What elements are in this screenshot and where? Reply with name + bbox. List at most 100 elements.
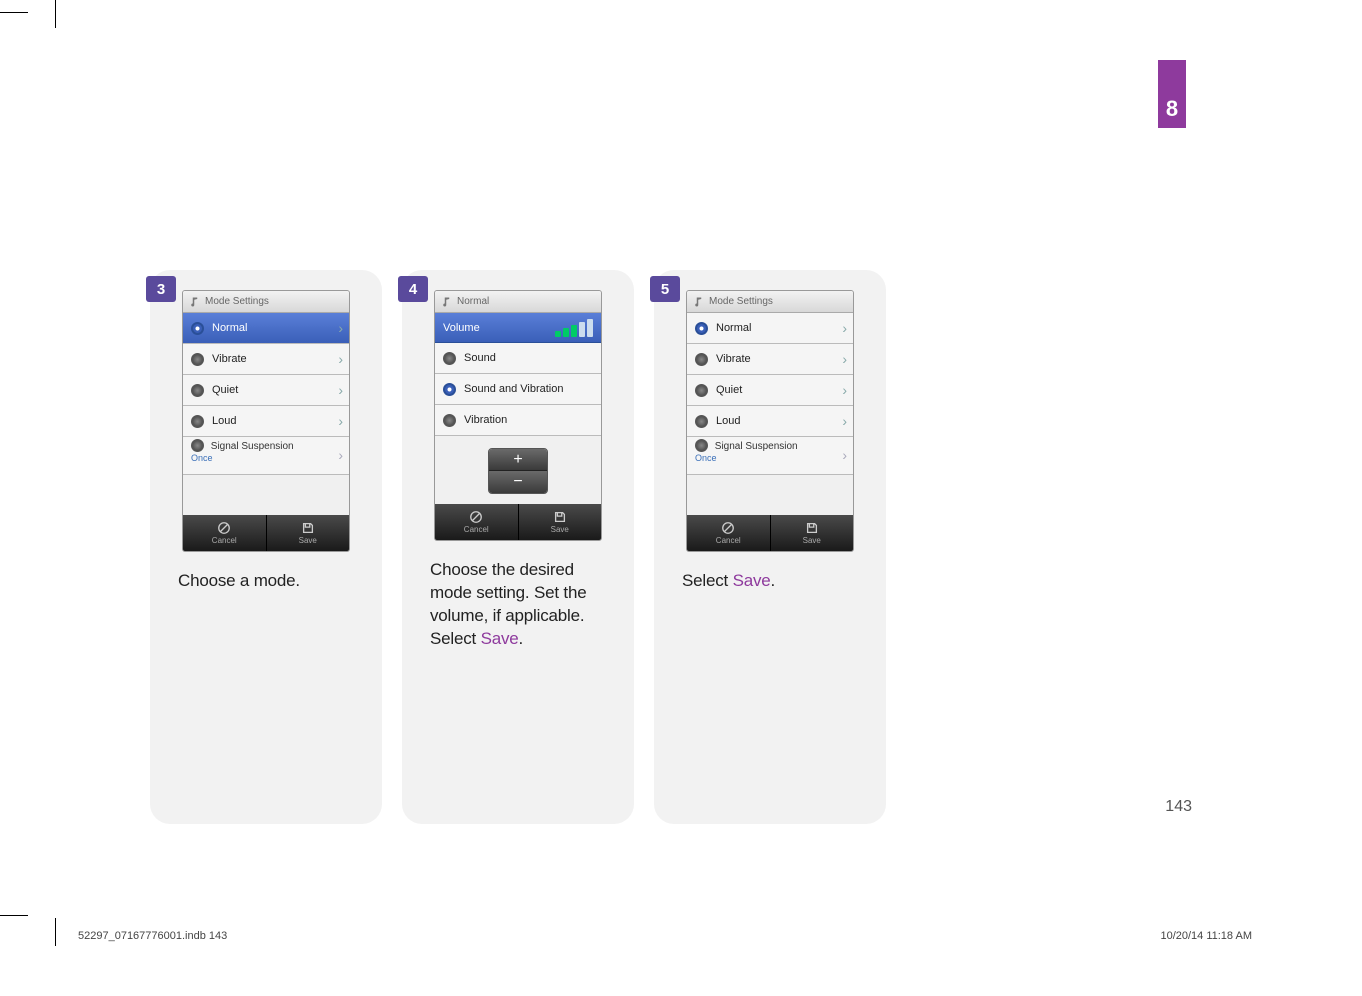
cancel-button[interactable]: Cancel: [183, 515, 267, 551]
step-caption: Select Save.: [682, 570, 858, 593]
chevron-right-icon: ›: [338, 351, 343, 367]
chevron-right-icon: ›: [842, 447, 847, 463]
save-icon: [553, 510, 567, 524]
mode-row-quiet[interactable]: Quiet ›: [183, 375, 349, 406]
volume-bars-icon: [555, 319, 593, 337]
page-number: 143: [1165, 798, 1192, 816]
mode-row-vibrate[interactable]: Vibrate ›: [687, 344, 853, 375]
cancel-icon: [469, 510, 483, 524]
row-label: Vibration: [464, 414, 507, 426]
button-label: Cancel: [212, 536, 237, 545]
plus-button[interactable]: +: [489, 449, 547, 471]
cancel-icon: [217, 521, 231, 535]
caption-text: .: [519, 629, 524, 648]
note-icon: [189, 296, 201, 308]
mode-row-loud[interactable]: Loud ›: [687, 406, 853, 437]
save-button[interactable]: Save: [519, 504, 602, 540]
footer-right: 10/20/14 11:18 AM: [1160, 930, 1252, 942]
mode-row-normal[interactable]: Normal ›: [183, 313, 349, 344]
radio-icon: [695, 384, 708, 397]
row-sublabel: Once: [191, 453, 213, 463]
phone-screenshot: Mode Settings Normal › Vibrate › Quiet ›…: [182, 290, 350, 552]
button-label: Cancel: [464, 525, 489, 534]
chevron-right-icon: ›: [338, 447, 343, 463]
radio-icon: [695, 322, 708, 335]
mode-row-signal-suspension[interactable]: Signal Suspension Once ›: [687, 437, 853, 475]
crop-mark: [55, 918, 56, 946]
option-row-vibration[interactable]: Vibration: [435, 405, 601, 436]
radio-icon: [191, 353, 204, 366]
mode-row-quiet[interactable]: Quiet ›: [687, 375, 853, 406]
save-button[interactable]: Save: [267, 515, 350, 551]
radio-icon: [191, 439, 204, 452]
chevron-right-icon: ›: [338, 320, 343, 336]
step-badge: 4: [398, 276, 428, 302]
row-label: Sound: [464, 352, 496, 364]
radio-icon: [191, 415, 204, 428]
note-icon: [693, 296, 705, 308]
button-label: Save: [299, 536, 317, 545]
row-label: Loud: [716, 415, 740, 427]
step-caption: Choose a mode.: [178, 570, 354, 593]
phone-footer: Cancel Save: [687, 515, 853, 551]
phone-header: Mode Settings: [687, 291, 853, 313]
cancel-icon: [721, 521, 735, 535]
button-label: Save: [551, 525, 569, 534]
chapter-tab: 8: [1158, 60, 1186, 128]
blank-area: [687, 475, 853, 515]
phone-header: Mode Settings: [183, 291, 349, 313]
steps-row: 3 Mode Settings Normal › Vibrate › Quiet…: [150, 270, 886, 824]
volume-stepper[interactable]: + −: [488, 448, 548, 494]
step-badge: 5: [650, 276, 680, 302]
note-icon: [441, 296, 453, 308]
step-badge: 3: [146, 276, 176, 302]
chevron-right-icon: ›: [842, 382, 847, 398]
phone-title: Normal: [457, 296, 489, 307]
crop-mark: [0, 12, 28, 13]
chevron-right-icon: ›: [842, 351, 847, 367]
radio-icon: [695, 415, 708, 428]
volume-label: Volume: [443, 322, 480, 334]
caption-text: .: [771, 571, 776, 590]
mode-row-signal-suspension[interactable]: Signal Suspension Once ›: [183, 437, 349, 475]
save-icon: [805, 521, 819, 535]
step-card-4: 4 Normal Volume Sound Sound and Vibratio…: [402, 270, 634, 824]
save-icon: [301, 521, 315, 535]
row-label: Normal: [212, 322, 247, 334]
minus-button[interactable]: −: [489, 471, 547, 493]
row-label: Loud: [212, 415, 236, 427]
caption-accent: Save: [733, 571, 771, 590]
chevron-right-icon: ›: [842, 320, 847, 336]
row-sublabel: Once: [695, 453, 717, 463]
row-label: Quiet: [212, 384, 238, 396]
phone-footer: Cancel Save: [183, 515, 349, 551]
option-row-sound-and-vibration[interactable]: Sound and Vibration: [435, 374, 601, 405]
phone-screenshot: Mode Settings Normal › Vibrate › Quiet ›…: [686, 290, 854, 552]
phone-title: Mode Settings: [205, 296, 269, 307]
option-row-sound[interactable]: Sound: [435, 343, 601, 374]
radio-icon: [695, 439, 708, 452]
button-label: Save: [803, 536, 821, 545]
step-caption: Choose the desired mode setting. Set the…: [430, 559, 606, 651]
phone-header: Normal: [435, 291, 601, 313]
radio-icon: [695, 353, 708, 366]
radio-icon: [191, 322, 204, 335]
button-label: Cancel: [716, 536, 741, 545]
mode-row-loud[interactable]: Loud ›: [183, 406, 349, 437]
print-footer: 52297_07167776001.indb 143 10/20/14 11:1…: [78, 930, 1252, 942]
crop-mark: [0, 915, 28, 916]
step-card-3: 3 Mode Settings Normal › Vibrate › Quiet…: [150, 270, 382, 824]
save-button[interactable]: Save: [771, 515, 854, 551]
mode-row-vibrate[interactable]: Vibrate ›: [183, 344, 349, 375]
cancel-button[interactable]: Cancel: [687, 515, 771, 551]
volume-row[interactable]: Volume: [435, 313, 601, 343]
phone-footer: Cancel Save: [435, 504, 601, 540]
row-label: Signal Suspension: [715, 441, 798, 452]
step-card-5: 5 Mode Settings Normal › Vibrate › Quiet…: [654, 270, 886, 824]
phone-screenshot: Normal Volume Sound Sound and Vibration …: [434, 290, 602, 541]
footer-left: 52297_07167776001.indb 143: [78, 930, 227, 942]
cancel-button[interactable]: Cancel: [435, 504, 519, 540]
chevron-right-icon: ›: [338, 382, 343, 398]
mode-row-normal[interactable]: Normal ›: [687, 313, 853, 344]
row-label: Vibrate: [212, 353, 247, 365]
